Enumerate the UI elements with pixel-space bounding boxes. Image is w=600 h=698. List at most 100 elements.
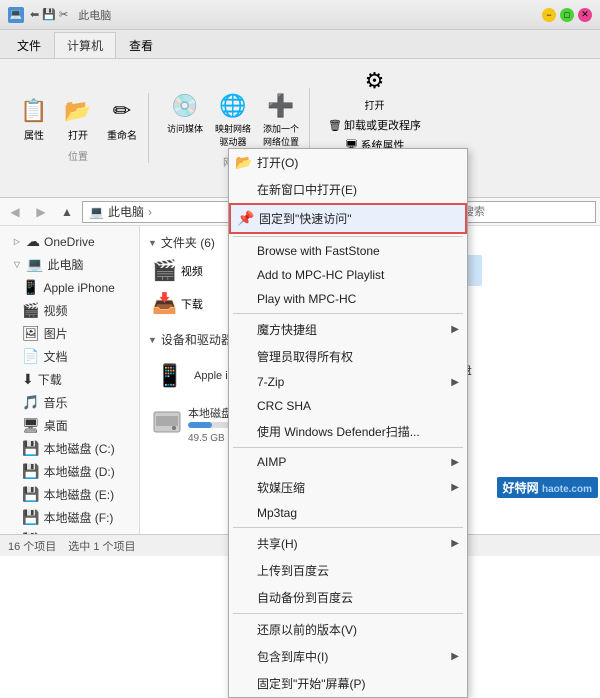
window-controls[interactable]: − □ ✕ bbox=[542, 8, 592, 22]
iphone-device-icon: 📱 bbox=[152, 363, 188, 389]
folder-downloads-icon: 📥 bbox=[152, 291, 177, 316]
ctx-open-icon: 📂 bbox=[235, 154, 252, 171]
sidebar-item-onedrive[interactable]: ▷ ☁ OneDrive bbox=[0, 230, 139, 253]
uninstall-button[interactable]: 🗑 卸载或更改程序 bbox=[324, 116, 425, 134]
properties-button[interactable]: 📋 属性 bbox=[14, 93, 54, 144]
pictures-icon: 🖼 bbox=[22, 325, 40, 342]
ctx-compress-arrow: ▶ bbox=[451, 482, 459, 493]
ctx-compress[interactable]: 软媒压缩 ▶ bbox=[229, 474, 467, 501]
ctx-share[interactable]: 共享(H) ▶ bbox=[229, 530, 467, 557]
disk-f-icon: 💾 bbox=[22, 509, 39, 526]
sidebar-item-local-c[interactable]: 💾 本地磁盘 (C:) bbox=[0, 437, 139, 460]
folders-section-label: 文件夹 (6) bbox=[161, 234, 215, 251]
title-bar-left: 💻 ⬅ 💾 ✂ 此电脑 bbox=[8, 7, 111, 23]
ctx-open-new-window[interactable]: 在新窗口中打开(E) bbox=[229, 176, 467, 203]
ctx-admin-ownership[interactable]: 管理员取得所有权 bbox=[229, 343, 467, 370]
disk-g-icon: 💾 bbox=[22, 532, 39, 534]
forward-button[interactable]: ▶ bbox=[30, 201, 52, 223]
expand-icon: ▽ bbox=[12, 260, 22, 270]
ribbon-right-btns: 🗑 卸载或更改程序 bbox=[324, 116, 425, 134]
ctx-add-mpc[interactable]: Add to MPC-HC Playlist bbox=[229, 263, 467, 287]
documents-icon: 📄 bbox=[22, 348, 39, 365]
up-button[interactable]: ▲ bbox=[56, 201, 78, 223]
sidebar-item-label: 本地磁盘 (D:) bbox=[43, 463, 114, 480]
ctx-crc[interactable]: CRC SHA bbox=[229, 394, 467, 418]
sidebar-item-label: OneDrive bbox=[44, 235, 95, 249]
ctx-upload-baidu[interactable]: 上传到百度云 bbox=[229, 557, 467, 584]
group-label-location: 位置 bbox=[68, 148, 88, 163]
sidebar-item-label: 下载 bbox=[38, 371, 62, 388]
ctx-open[interactable]: 📂 打开(O) bbox=[229, 149, 467, 176]
ctx-mp3tag[interactable]: Mp3tag bbox=[229, 501, 467, 525]
sidebar-item-pictures[interactable]: 🖼 图片 bbox=[0, 322, 139, 345]
sidebar-item-documents[interactable]: 📄 文档 bbox=[0, 345, 139, 368]
ctx-magic-cube[interactable]: 魔方快捷组 ▶ bbox=[229, 316, 467, 343]
ctx-auto-backup-baidu[interactable]: 自动备份到百度云 bbox=[229, 584, 467, 611]
sidebar-item-apple-iphone[interactable]: 📱 Apple iPhone bbox=[0, 276, 139, 299]
ctx-7zip[interactable]: 7-Zip ▶ bbox=[229, 370, 467, 394]
ctx-7zip-arrow: ▶ bbox=[451, 377, 459, 388]
ctx-include-library[interactable]: 包含到库中(I) ▶ bbox=[229, 643, 467, 670]
disk-e-device-icon bbox=[152, 408, 182, 442]
videos-icon: 🎬 bbox=[22, 302, 39, 319]
sidebar-item-local-d[interactable]: 💾 本地磁盘 (D:) bbox=[0, 460, 139, 483]
ribbon-group-location: 📋 属性 📂 打开 ✏ 重命名 位置 bbox=[8, 93, 149, 163]
ribbon-tab-computer[interactable]: 计算机 bbox=[54, 32, 116, 58]
open-settings-button[interactable]: ⚙ 打开 bbox=[355, 63, 395, 114]
access-media-icon: 💿 bbox=[169, 90, 201, 122]
folders-chevron[interactable]: ▼ bbox=[148, 238, 157, 248]
search-input[interactable] bbox=[456, 201, 596, 223]
path-part-1: 此电脑 bbox=[108, 203, 144, 220]
ribbon-tab-file[interactable]: 文件 bbox=[4, 32, 54, 58]
sidebar-item-this-pc[interactable]: ▽ 💻 此电脑 bbox=[0, 253, 139, 276]
sidebar-item-label: 本地磁盘 (E:) bbox=[43, 486, 114, 503]
ctx-aimp-arrow: ▶ bbox=[451, 457, 459, 468]
sidebar-item-music[interactable]: 🎵 音乐 bbox=[0, 391, 139, 414]
sidebar-item-local-g[interactable]: 💾 本地磁盘 (G:) bbox=[0, 529, 139, 534]
ribbon-tab-view[interactable]: 查看 bbox=[116, 32, 166, 58]
ctx-defender[interactable]: 使用 Windows Defender扫描... bbox=[229, 418, 467, 445]
map-network-icon: 🌐 bbox=[217, 90, 249, 122]
sidebar-item-label: 图片 bbox=[44, 325, 68, 342]
sidebar-item-videos[interactable]: 🎬 视频 bbox=[0, 299, 139, 322]
ctx-restore-prev[interactable]: 还原以前的版本(V) bbox=[229, 616, 467, 643]
add-location-button[interactable]: ➕ 添加一个 网络位置 bbox=[259, 88, 303, 150]
rename-button[interactable]: ✏ 重命名 bbox=[102, 93, 142, 144]
sidebar-item-label: 桌面 bbox=[44, 417, 68, 434]
sidebar-item-label: 本地磁盘 (C:) bbox=[43, 440, 114, 457]
back-button[interactable]: ◀ bbox=[4, 201, 26, 223]
ribbon-tab-bar: 文件 计算机 查看 bbox=[0, 30, 600, 59]
ctx-browse-faststone[interactable]: Browse with FastStone bbox=[229, 239, 467, 263]
sidebar-item-local-f[interactable]: 💾 本地磁盘 (F:) bbox=[0, 506, 139, 529]
this-pc-icon: 💻 bbox=[26, 256, 43, 273]
ctx-aimp[interactable]: AIMP ▶ bbox=[229, 450, 467, 474]
minimize-button[interactable]: − bbox=[542, 8, 556, 22]
title-bar: 💻 ⬅ 💾 ✂ 此电脑 − □ ✕ bbox=[0, 0, 600, 30]
ctx-pin-start[interactable]: 固定到"开始"屏幕(P) bbox=[229, 670, 467, 697]
maximize-button[interactable]: □ bbox=[560, 8, 574, 22]
map-network-button[interactable]: 🌐 映射网络 驱动器 bbox=[211, 88, 255, 150]
close-button[interactable]: ✕ bbox=[578, 8, 592, 22]
properties-icon: 📋 bbox=[18, 95, 50, 127]
ctx-pin-quick-access[interactable]: 📌 固定到"快速访问" bbox=[229, 203, 467, 234]
disk-d-icon: 💾 bbox=[22, 463, 39, 480]
folder-label: 视频 bbox=[181, 263, 203, 279]
ctx-sep-1 bbox=[233, 236, 463, 237]
devices-chevron[interactable]: ▼ bbox=[148, 335, 157, 345]
desktop-icon: 🖥 bbox=[22, 417, 40, 434]
sidebar: ▷ ☁ OneDrive ▽ 💻 此电脑 📱 Apple iPhone 🎬 视频… bbox=[0, 226, 140, 534]
sidebar-item-local-e[interactable]: 💾 本地磁盘 (E:) bbox=[0, 483, 139, 506]
sidebar-item-desktop[interactable]: 🖥 桌面 bbox=[0, 414, 139, 437]
ctx-play-mpc[interactable]: Play with MPC-HC bbox=[229, 287, 467, 311]
watermark-url: haote.com bbox=[542, 484, 592, 495]
path-separator: › bbox=[148, 205, 152, 219]
sidebar-item-downloads[interactable]: ⬇ 下载 bbox=[0, 368, 139, 391]
folder-videos-icon: 🎬 bbox=[152, 258, 177, 283]
settings-icon: ⚙ bbox=[359, 65, 391, 97]
computer-icon-path: 💻 bbox=[89, 205, 104, 219]
open-button[interactable]: 📂 打开 bbox=[58, 93, 98, 144]
access-media-button[interactable]: 💿 访问媒体 bbox=[163, 88, 207, 150]
uninstall-icon: 🗑 bbox=[328, 119, 342, 132]
folder-label: 下载 bbox=[181, 296, 203, 312]
ctx-pin-icon: 📌 bbox=[237, 210, 254, 227]
